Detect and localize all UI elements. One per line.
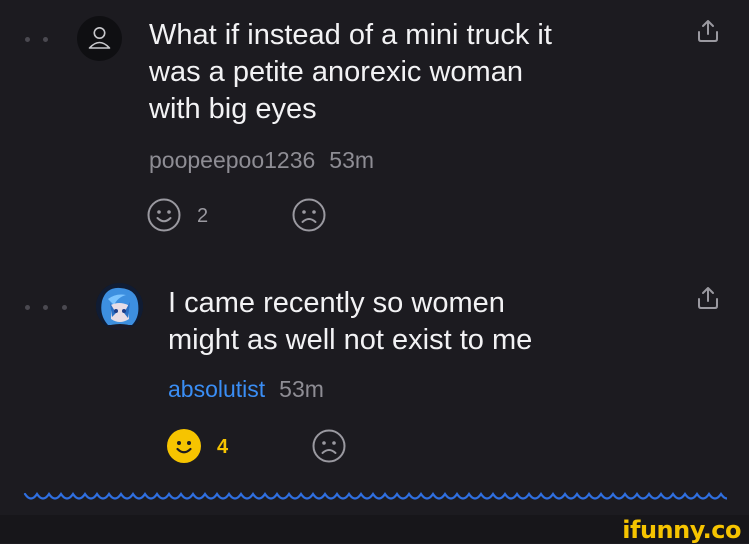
wave-divider: [23, 492, 727, 500]
user-icon: [88, 27, 111, 49]
share-icon[interactable]: [695, 18, 721, 44]
ifunny-watermark: ifunny.co: [622, 516, 741, 544]
comment-meta: poopeepoo1236 53m: [149, 146, 374, 174]
comment-text: What if instead of a mini truck it was a…: [149, 19, 552, 125]
frown-icon[interactable]: [291, 197, 327, 233]
timestamp: 53m: [329, 147, 375, 173]
comment-meta: absolutist 53m: [168, 375, 324, 403]
username[interactable]: absolutist: [168, 376, 265, 402]
thread-dot: [43, 305, 48, 310]
thread-dot: [25, 305, 30, 310]
anime-avatar-icon: [96, 283, 143, 330]
frown-icon[interactable]: [311, 428, 347, 464]
comment-text: I came recently so women might as well n…: [168, 287, 533, 356]
timestamp: 53m: [279, 376, 324, 402]
like-count: 2: [197, 205, 209, 227]
like-count: 4: [217, 436, 229, 458]
avatar[interactable]: [77, 16, 122, 61]
smile-icon-active[interactable]: [166, 428, 202, 464]
smile-icon[interactable]: [146, 197, 182, 233]
avatar[interactable]: [96, 283, 143, 330]
thread-dot: [62, 305, 67, 310]
thread-dot: [43, 37, 48, 42]
share-icon[interactable]: [695, 285, 721, 311]
username[interactable]: poopeepoo1236: [149, 147, 315, 173]
thread-dot: [25, 37, 30, 42]
